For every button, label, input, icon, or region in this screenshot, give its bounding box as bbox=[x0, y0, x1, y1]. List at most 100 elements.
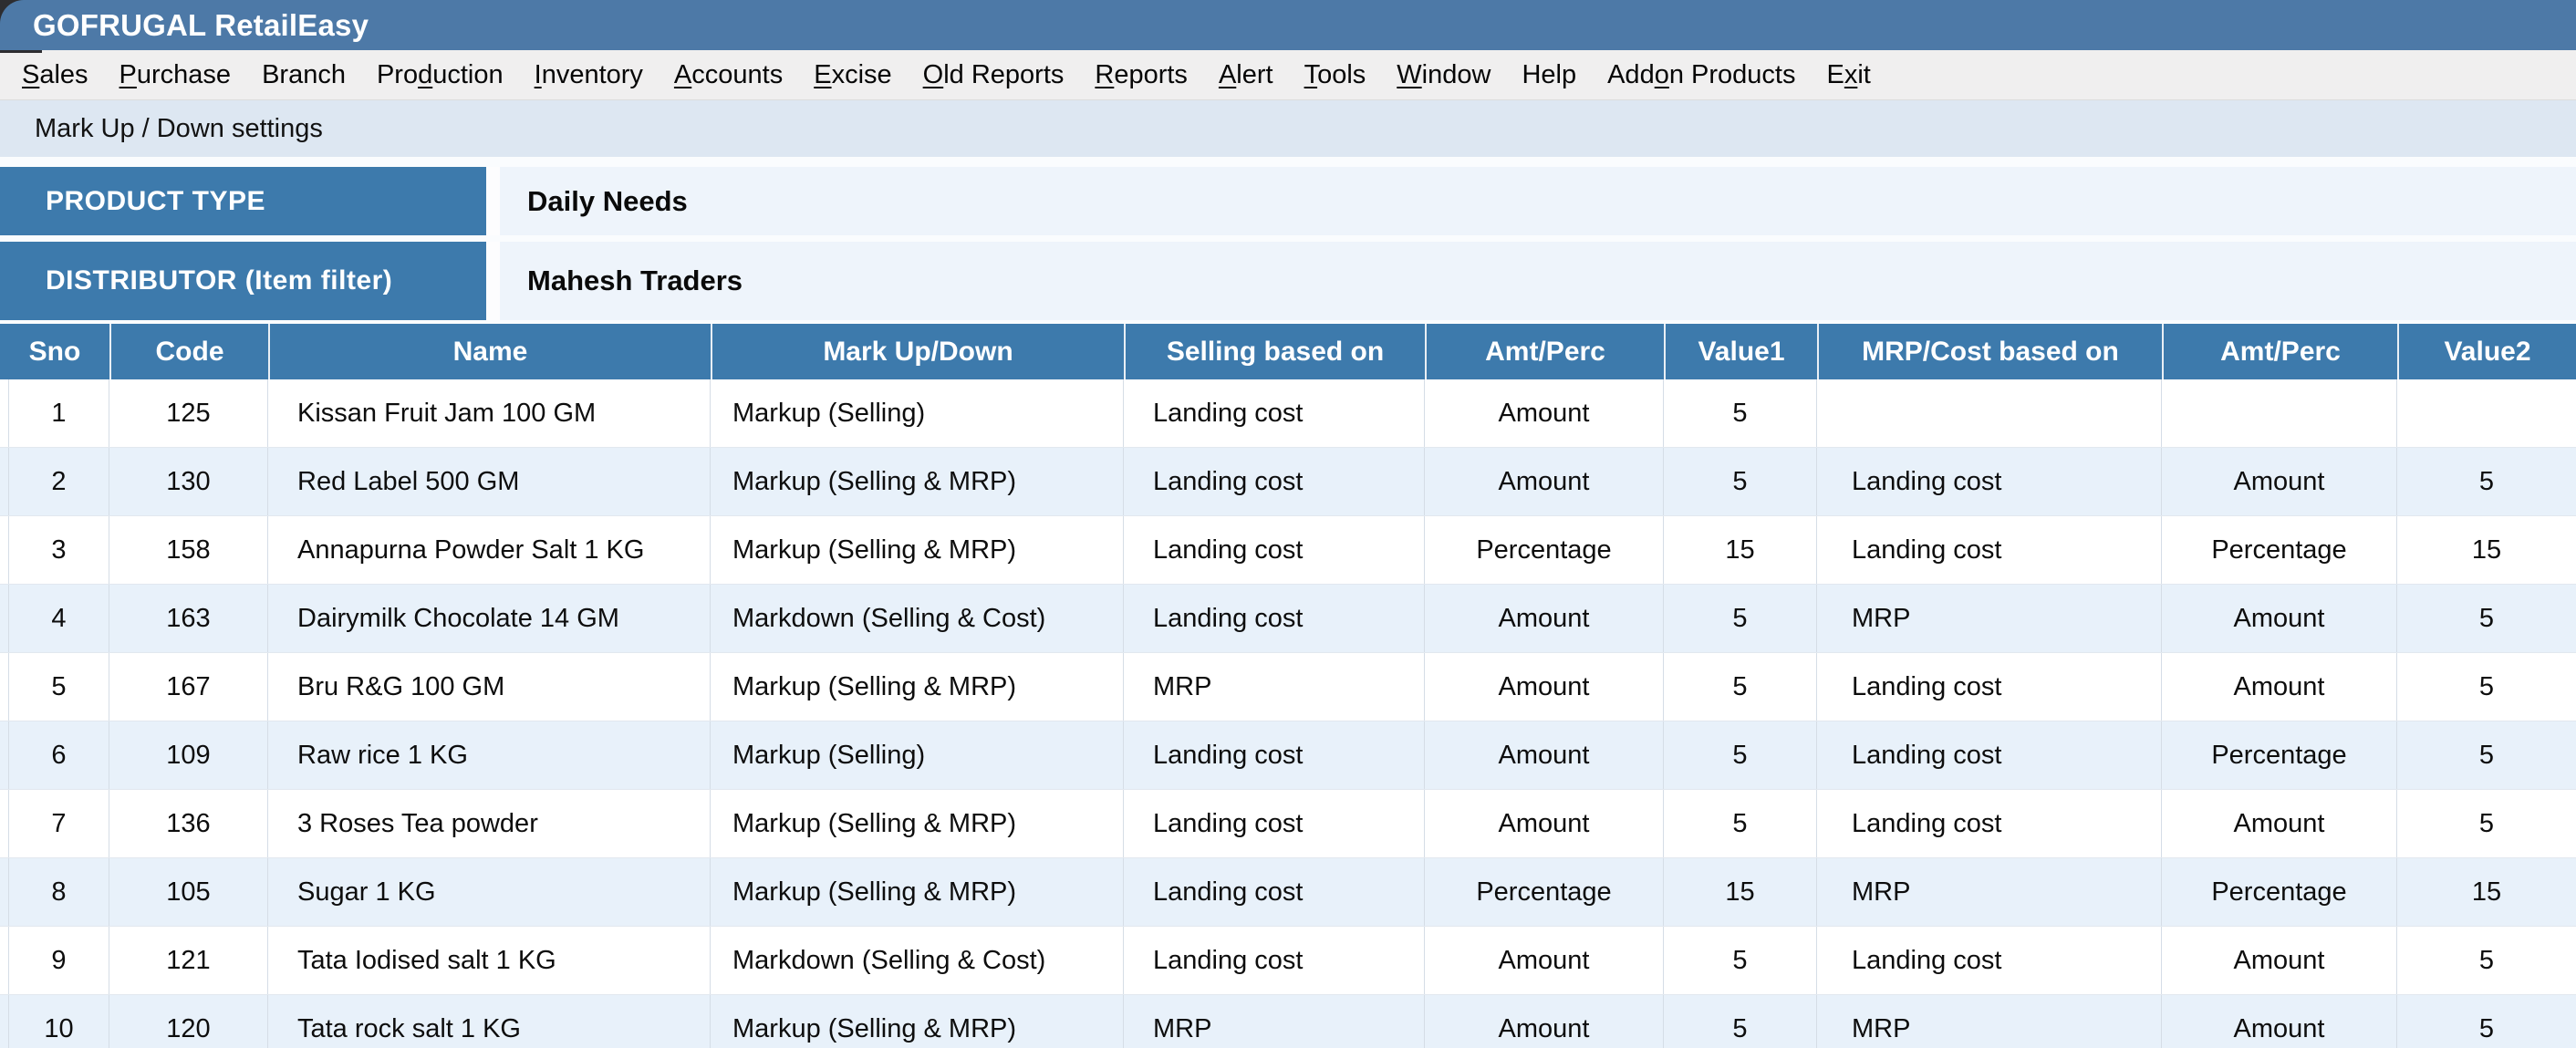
cell-value2[interactable]: 5 bbox=[2397, 653, 2576, 721]
cell-amt-perc[interactable]: Amount bbox=[1425, 585, 1664, 652]
row-selector-cell[interactable] bbox=[0, 653, 9, 721]
cell-amt-perc-2[interactable]: Percentage bbox=[2162, 516, 2397, 584]
cell-amt-perc[interactable]: Percentage bbox=[1425, 516, 1664, 584]
cell-selling-based-on[interactable]: Landing cost bbox=[1124, 379, 1425, 447]
cell-mark-up-down[interactable]: Markdown (Selling & Cost) bbox=[711, 927, 1124, 994]
cell-amt-perc-2[interactable]: Amount bbox=[2162, 927, 2397, 994]
cell-value1[interactable]: 15 bbox=[1664, 516, 1817, 584]
menu-item-accounts[interactable]: Accounts bbox=[674, 60, 783, 90]
cell-amt-perc[interactable]: Amount bbox=[1425, 790, 1664, 857]
cell-selling-based-on[interactable]: MRP bbox=[1124, 995, 1425, 1048]
cell-selling-based-on[interactable]: Landing cost bbox=[1124, 790, 1425, 857]
menu-item-window[interactable]: Window bbox=[1397, 60, 1491, 90]
cell-value2[interactable]: 5 bbox=[2397, 721, 2576, 789]
cell-mrp-cost-based-on[interactable]: Landing cost bbox=[1817, 516, 2162, 584]
menu-item-help[interactable]: Help bbox=[1522, 60, 1576, 90]
row-selector-cell[interactable] bbox=[0, 585, 9, 652]
cell-value1[interactable]: 5 bbox=[1664, 448, 1817, 515]
cell-value2[interactable]: 5 bbox=[2397, 927, 2576, 994]
menu-item-alert[interactable]: Alert bbox=[1219, 60, 1273, 90]
cell-amt-perc[interactable]: Amount bbox=[1425, 379, 1664, 447]
cell-mark-up-down[interactable]: Markup (Selling & MRP) bbox=[711, 448, 1124, 515]
cell-mrp-cost-based-on[interactable]: MRP bbox=[1817, 585, 2162, 652]
cell-amt-perc[interactable]: Amount bbox=[1425, 927, 1664, 994]
cell-selling-based-on[interactable]: Landing cost bbox=[1124, 721, 1425, 789]
cell-mark-up-down[interactable]: Markup (Selling & MRP) bbox=[711, 995, 1124, 1048]
row-selector-cell[interactable] bbox=[0, 858, 9, 926]
cell-value1[interactable]: 5 bbox=[1664, 721, 1817, 789]
row-selector-cell[interactable] bbox=[0, 790, 9, 857]
cell-amt-perc-2[interactable]: Percentage bbox=[2162, 721, 2397, 789]
cell-mrp-cost-based-on[interactable]: Landing cost bbox=[1817, 653, 2162, 721]
cell-value1[interactable]: 5 bbox=[1664, 585, 1817, 652]
cell-amt-perc-2[interactable]: Amount bbox=[2162, 653, 2397, 721]
cell-value1[interactable]: 5 bbox=[1664, 653, 1817, 721]
cell-mrp-cost-based-on[interactable]: Landing cost bbox=[1817, 790, 2162, 857]
cell-mrp-cost-based-on[interactable]: MRP bbox=[1817, 858, 2162, 926]
row-selector-cell[interactable] bbox=[0, 379, 9, 447]
cell-value1[interactable]: 5 bbox=[1664, 790, 1817, 857]
menu-item-sales[interactable]: Sales bbox=[22, 60, 88, 90]
row-selector-cell[interactable] bbox=[0, 721, 9, 789]
cell-value1[interactable]: 5 bbox=[1664, 927, 1817, 994]
cell-mark-up-down[interactable]: Markup (Selling & MRP) bbox=[711, 516, 1124, 584]
cell-value2[interactable]: 15 bbox=[2397, 858, 2576, 926]
cell-mark-up-down[interactable]: Markup (Selling & MRP) bbox=[711, 858, 1124, 926]
cell-mrp-cost-based-on[interactable] bbox=[1817, 379, 2162, 447]
menu-item-tools[interactable]: Tools bbox=[1304, 60, 1366, 90]
cell-mrp-cost-based-on[interactable]: Landing cost bbox=[1817, 927, 2162, 994]
cell-selling-based-on[interactable]: Landing cost bbox=[1124, 448, 1425, 515]
product-type-value[interactable]: Daily Needs bbox=[500, 167, 2576, 235]
cell-value2[interactable]: 5 bbox=[2397, 995, 2576, 1048]
cell-amt-perc-2[interactable]: Percentage bbox=[2162, 858, 2397, 926]
cell-sno: 7 bbox=[9, 790, 109, 857]
menu-item-purchase[interactable]: Purchase bbox=[119, 60, 232, 90]
cell-amt-perc-2[interactable]: Amount bbox=[2162, 790, 2397, 857]
cell-amt-perc-2[interactable]: Amount bbox=[2162, 585, 2397, 652]
menu-item-exit[interactable]: Exit bbox=[1826, 60, 1870, 90]
cell-amt-perc[interactable]: Amount bbox=[1425, 653, 1664, 721]
cell-value2[interactable] bbox=[2397, 379, 2576, 447]
cell-selling-based-on[interactable]: Landing cost bbox=[1124, 585, 1425, 652]
cell-amt-perc[interactable]: Amount bbox=[1425, 995, 1664, 1048]
cell-mrp-cost-based-on[interactable]: Landing cost bbox=[1817, 721, 2162, 789]
cell-selling-based-on[interactable]: MRP bbox=[1124, 653, 1425, 721]
cell-amt-perc[interactable]: Amount bbox=[1425, 448, 1664, 515]
row-selector-cell[interactable] bbox=[0, 448, 9, 515]
menu-item-inventory[interactable]: Inventory bbox=[535, 60, 643, 90]
column-header-selling-based-on: Selling based on bbox=[1124, 324, 1425, 379]
menu-item-addon-products[interactable]: Addon Products bbox=[1607, 60, 1795, 90]
menu-item-production[interactable]: Production bbox=[377, 60, 504, 90]
cell-mark-up-down[interactable]: Markup (Selling) bbox=[711, 721, 1124, 789]
cell-value1[interactable]: 5 bbox=[1664, 995, 1817, 1048]
cell-amt-perc[interactable]: Amount bbox=[1425, 721, 1664, 789]
cell-value2[interactable]: 5 bbox=[2397, 448, 2576, 515]
cell-amt-perc[interactable]: Percentage bbox=[1425, 858, 1664, 926]
row-selector-cell[interactable] bbox=[0, 995, 9, 1048]
menu-item-reports[interactable]: Reports bbox=[1095, 60, 1188, 90]
menu-item-branch[interactable]: Branch bbox=[262, 60, 346, 90]
cell-amt-perc-2[interactable]: Amount bbox=[2162, 448, 2397, 515]
cell-mrp-cost-based-on[interactable]: Landing cost bbox=[1817, 448, 2162, 515]
cell-value1[interactable]: 15 bbox=[1664, 858, 1817, 926]
cell-value2[interactable]: 5 bbox=[2397, 790, 2576, 857]
row-selector-cell[interactable] bbox=[0, 516, 9, 584]
cell-mark-up-down[interactable]: Markup (Selling) bbox=[711, 379, 1124, 447]
cell-mark-up-down[interactable]: Markup (Selling & MRP) bbox=[711, 653, 1124, 721]
distributor-value[interactable]: Mahesh Traders bbox=[500, 242, 2576, 320]
cell-selling-based-on[interactable]: Landing cost bbox=[1124, 858, 1425, 926]
cell-mrp-cost-based-on[interactable]: MRP bbox=[1817, 995, 2162, 1048]
cell-mark-up-down[interactable]: Markup (Selling & MRP) bbox=[711, 790, 1124, 857]
cell-code: 158 bbox=[109, 516, 268, 584]
cell-amt-perc-2[interactable]: Amount bbox=[2162, 995, 2397, 1048]
cell-selling-based-on[interactable]: Landing cost bbox=[1124, 516, 1425, 584]
cell-amt-perc-2[interactable] bbox=[2162, 379, 2397, 447]
menu-item-excise[interactable]: Excise bbox=[814, 60, 891, 90]
cell-value2[interactable]: 5 bbox=[2397, 585, 2576, 652]
menu-item-old-reports[interactable]: Old Reports bbox=[923, 60, 1065, 90]
cell-mark-up-down[interactable]: Markdown (Selling & Cost) bbox=[711, 585, 1124, 652]
cell-value2[interactable]: 15 bbox=[2397, 516, 2576, 584]
row-selector-cell[interactable] bbox=[0, 927, 9, 994]
cell-selling-based-on[interactable]: Landing cost bbox=[1124, 927, 1425, 994]
cell-value1[interactable]: 5 bbox=[1664, 379, 1817, 447]
